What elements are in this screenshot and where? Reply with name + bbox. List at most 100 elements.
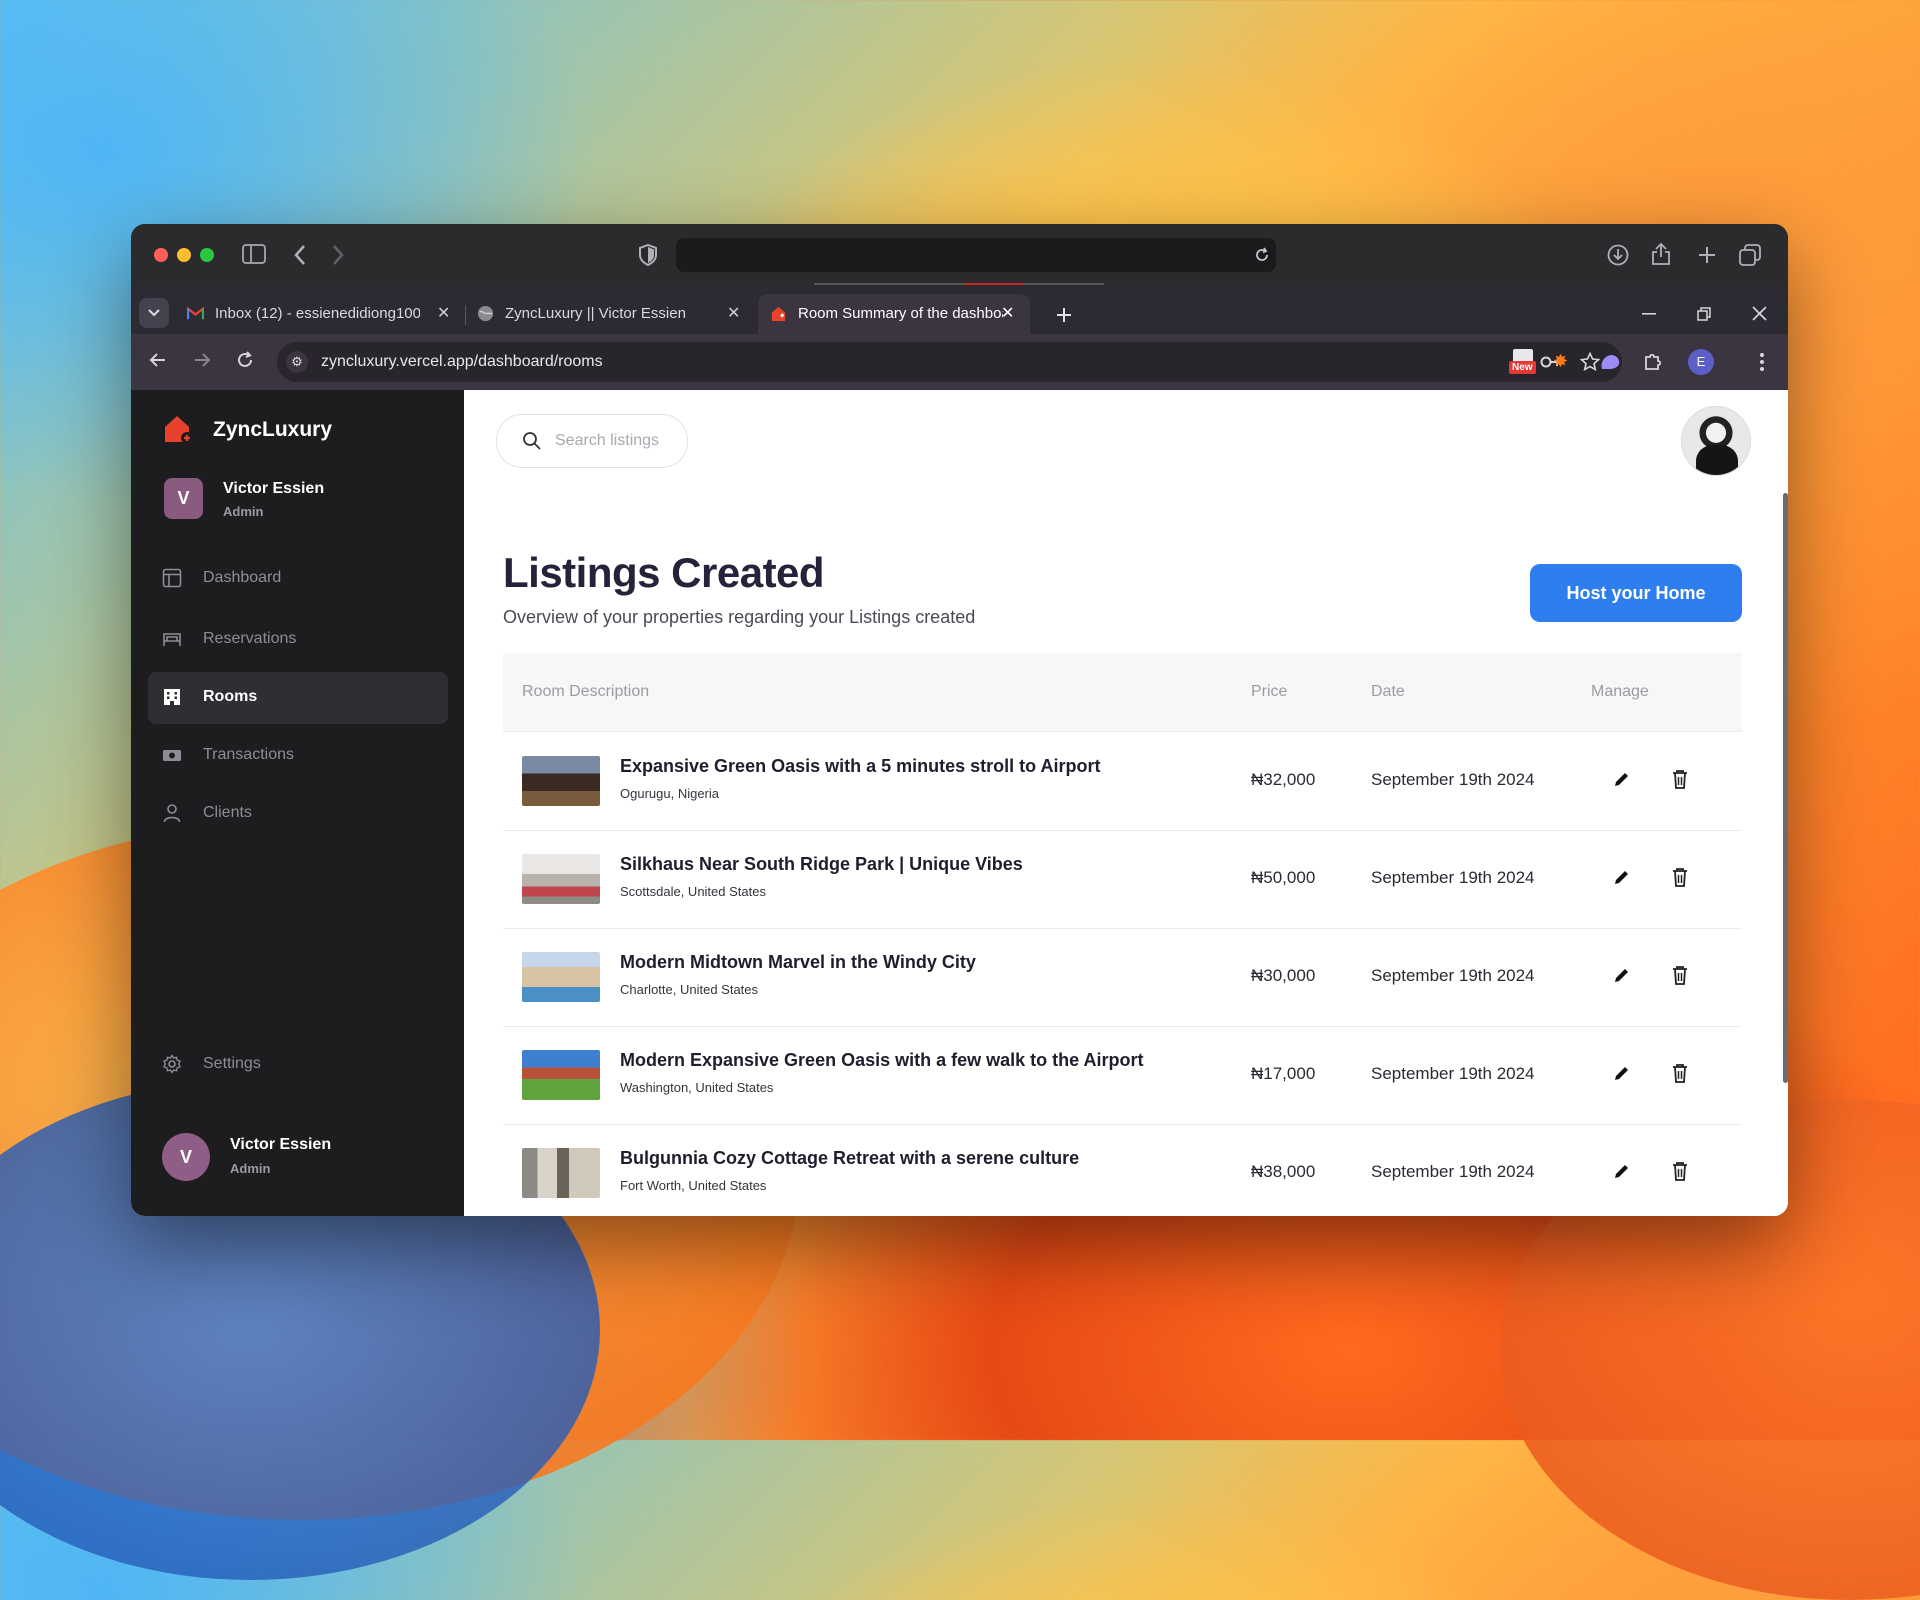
sidebar-item-transactions[interactable]: Transactions — [148, 730, 448, 782]
back-arrow-icon[interactable] — [149, 351, 167, 369]
tab-gmail[interactable]: Inbox (12) - essienedidiong100( ✕ — [175, 294, 465, 334]
tab-title: Room Summary of the dashboa — [798, 305, 1003, 322]
sidebar-item-settings[interactable]: Settings — [148, 1039, 448, 1091]
edit-pencil-icon[interactable] — [1613, 966, 1631, 984]
listing-date: September 19th 2024 — [1371, 770, 1535, 789]
restore-icon[interactable] — [1697, 307, 1711, 321]
close-tab-icon[interactable]: ✕ — [1001, 303, 1014, 323]
listing-title[interactable]: Modern Expansive Green Oasis with a few … — [620, 1050, 1143, 1071]
table-header: Room Description Price Date Manage — [503, 653, 1742, 732]
close-browser-icon[interactable] — [1752, 306, 1767, 321]
listing-date: September 19th 2024 — [1371, 966, 1535, 985]
column-header-description: Room Description — [522, 683, 650, 700]
listing-location: Fort Worth, United States — [620, 1178, 767, 1193]
tab-search-button[interactable] — [139, 298, 169, 328]
zoom-window-button[interactable] — [200, 248, 214, 262]
host-your-home-button[interactable]: Host your Home — [1530, 564, 1742, 622]
close-tab-icon[interactable]: ✕ — [437, 303, 450, 323]
edit-pencil-icon[interactable] — [1613, 868, 1631, 886]
top-bar: Search listings — [464, 390, 1788, 494]
forward-arrow-icon[interactable] — [193, 351, 211, 369]
minimize-icon[interactable] — [1642, 313, 1656, 315]
sidebar-item-reservations[interactable]: Reservations — [148, 614, 448, 666]
bed-icon — [163, 633, 181, 646]
listing-thumbnail[interactable] — [522, 1050, 600, 1100]
column-header-date: Date — [1371, 683, 1405, 700]
share-icon[interactable] — [1651, 242, 1671, 266]
chrome-profile-avatar[interactable]: E — [1688, 349, 1714, 375]
listing-price: ₦38,000 — [1251, 1162, 1316, 1181]
search-icon — [523, 432, 541, 450]
sidebar-item-clients[interactable]: Clients — [148, 788, 448, 840]
sidebar-item-label: Transactions — [203, 746, 294, 763]
delete-trash-icon[interactable] — [1671, 867, 1689, 887]
minimize-window-button[interactable] — [177, 248, 191, 262]
listing-thumbnail[interactable] — [522, 756, 600, 806]
listing-title[interactable]: Silkhaus Near South Ridge Park | Unique … — [620, 854, 1023, 875]
new-tab-icon[interactable] — [1056, 307, 1072, 323]
back-chevron-icon[interactable] — [293, 244, 307, 266]
sidebar-item-dashboard[interactable]: Dashboard — [148, 553, 448, 605]
user-name: Victor Essien — [223, 480, 325, 497]
listing-title[interactable]: Bulgunnia Cozy Cottage Retreat with a se… — [620, 1148, 1079, 1169]
gear-icon — [163, 1054, 181, 1074]
edit-pencil-icon[interactable] — [1613, 1064, 1631, 1082]
delete-trash-icon[interactable] — [1671, 1063, 1689, 1083]
close-window-button[interactable] — [154, 248, 168, 262]
sidebar-item-rooms[interactable]: Rooms — [148, 672, 448, 724]
avatar[interactable]: V — [162, 1133, 210, 1181]
edit-pencil-icon[interactable] — [1613, 770, 1631, 788]
cloud-extension-icon[interactable] — [1599, 352, 1621, 372]
delete-trash-icon[interactable] — [1671, 1161, 1689, 1181]
sidebar-item-label: Reservations — [203, 630, 297, 647]
tab-overview-icon[interactable] — [1739, 244, 1761, 266]
site-settings-icon[interactable]: ⚙ — [286, 351, 308, 373]
dashboard-icon — [162, 568, 182, 588]
search-input[interactable]: Search listings — [496, 414, 688, 468]
url-field[interactable]: ⚙ zyncluxury.vercel.app/dashboard/rooms — [277, 342, 1622, 382]
sparkle-extension-icon[interactable]: ✸ — [1553, 351, 1568, 372]
listing-title[interactable]: Modern Midtown Marvel in the Windy City — [620, 952, 976, 973]
privacy-shield-icon[interactable] — [639, 244, 657, 266]
tab-zyncluxury[interactable]: ZyncLuxury || Victor Essien ✕ — [465, 294, 755, 334]
edit-pencil-icon[interactable] — [1613, 1162, 1631, 1180]
page-load-progress — [814, 283, 1104, 285]
profile-avatar[interactable] — [1681, 406, 1751, 476]
zyncluxury-tab-logo-icon — [771, 306, 786, 322]
sidebar-item-label: Rooms — [203, 688, 258, 705]
table-row: Modern Expansive Green Oasis with a few … — [503, 1026, 1742, 1125]
extension-new-badge[interactable]: New — [1509, 349, 1539, 377]
close-tab-icon[interactable]: ✕ — [727, 303, 740, 323]
delete-trash-icon[interactable] — [1671, 965, 1689, 985]
new-badge-label: New — [1509, 361, 1536, 374]
avatar[interactable]: V — [164, 478, 203, 519]
listing-thumbnail[interactable] — [522, 854, 600, 904]
listing-thumbnail[interactable] — [522, 1148, 600, 1198]
listing-price: ₦30,000 — [1251, 966, 1316, 985]
table-row: Modern Midtown Marvel in the Windy City … — [503, 928, 1742, 1027]
reload-icon[interactable] — [236, 351, 254, 369]
kebab-menu-icon[interactable] — [1760, 352, 1764, 372]
user-icon — [163, 804, 181, 823]
safari-address-field[interactable] — [676, 238, 1276, 272]
app-root: ZyncLuxury V Victor Essien Admin Dashboa… — [131, 390, 1788, 1216]
downloads-icon[interactable] — [1607, 244, 1629, 266]
listing-date: September 19th 2024 — [1371, 1064, 1535, 1083]
bookmark-star-icon[interactable] — [1580, 352, 1600, 372]
tab-room-summary[interactable]: Room Summary of the dashboa ✕ — [758, 294, 1030, 334]
table-row: Silkhaus Near South Ridge Park | Unique … — [503, 830, 1742, 929]
listing-title[interactable]: Expansive Green Oasis with a 5 minutes s… — [620, 756, 1100, 777]
building-icon — [164, 689, 180, 705]
delete-trash-icon[interactable] — [1671, 769, 1689, 789]
reload-icon[interactable] — [1254, 247, 1270, 263]
extensions-puzzle-icon[interactable] — [1643, 351, 1663, 371]
listing-thumbnail[interactable] — [522, 952, 600, 1002]
listing-price: ₦50,000 — [1251, 868, 1316, 887]
main-content: Listings Created Overview of your proper… — [464, 493, 1788, 1216]
scrollbar[interactable] — [1783, 493, 1788, 1083]
new-tab-plus-icon[interactable] — [1697, 245, 1717, 265]
forward-chevron-icon[interactable] — [331, 244, 345, 266]
address-bar: ⚙ zyncluxury.vercel.app/dashboard/rooms … — [131, 334, 1788, 390]
sidebar-toggle-icon[interactable] — [242, 244, 266, 264]
zyncluxury-logo-icon — [165, 416, 193, 444]
